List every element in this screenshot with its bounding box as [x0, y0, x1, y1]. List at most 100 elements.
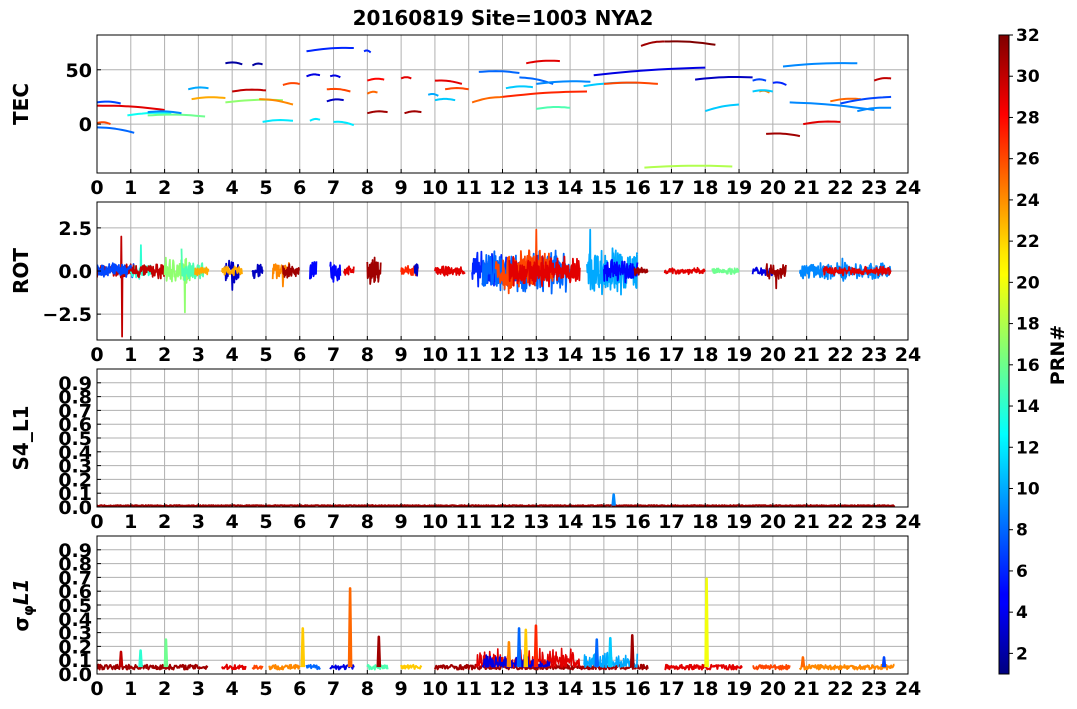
xtick-label: 18	[692, 511, 718, 533]
tec-arc-prn-26	[603, 81, 658, 85]
ytick-label: 0.9	[58, 540, 92, 562]
panel-4: 0 1 2 3 4 5 6 7 8 9 10 11 12 13 14 15 16 17 18 19 20 21 22 23 24…	[9, 535, 921, 700]
rot-trace-prn-3	[251, 263, 264, 280]
xtick-label: 16	[624, 344, 650, 366]
xtick-label: 1	[124, 177, 137, 199]
xtick-label: 0	[90, 177, 103, 199]
xtick-label: 22	[827, 344, 853, 366]
xtick-label: 12	[489, 177, 515, 199]
grid-4	[96, 536, 909, 675]
xtick-label: 19	[726, 678, 752, 700]
baseline-trace	[305, 663, 321, 671]
ytick-label: 0	[79, 114, 92, 136]
ytick-label: 50	[66, 60, 92, 82]
xtick-label: 7	[327, 177, 340, 199]
ytick-label: 0.9	[58, 373, 92, 395]
tec-arc-prn-8	[97, 126, 135, 134]
panel-1: 0 1 2 3 4 5 6 7 8 9 10 11 12 13 14 15 16 17 18 19 20 21 22 23 24…	[9, 34, 921, 199]
rot-trace-prn-31	[765, 263, 787, 290]
tec-arc-prn-25	[471, 95, 503, 104]
colorbar-tick-label: 6	[1016, 562, 1028, 582]
xtick-label: 14	[557, 177, 583, 199]
colorbar-tick-label: 22	[1016, 232, 1040, 252]
spike-prn-22	[300, 627, 306, 668]
xtick-label: 5	[259, 678, 272, 700]
rot-trace-prn-3	[224, 259, 240, 291]
tec-arc-prn-11	[505, 85, 534, 90]
data-3	[97, 493, 896, 507]
baseline-trace	[798, 663, 895, 671]
colorbar-tick-label: 14	[1016, 397, 1040, 417]
xtick-label: 4	[226, 344, 239, 366]
spike-prn-30	[118, 650, 124, 668]
xtick-label: 2	[158, 177, 171, 199]
tec-arc-prn-4	[593, 66, 706, 77]
xtick-label: 18	[692, 177, 718, 199]
spike-prn-25	[347, 587, 353, 668]
xtick-label: 15	[591, 678, 617, 700]
tec-arc-prn-26	[444, 87, 469, 91]
tec-arc-prn-18	[644, 164, 733, 169]
xtick-label: 21	[793, 177, 819, 199]
tec-arc-prn-3	[694, 76, 753, 81]
tec-arc-prn-15	[536, 106, 571, 110]
xtick-label: 8	[361, 177, 374, 199]
xtick-label: 9	[395, 678, 408, 700]
rot-trace-prn-5	[329, 261, 342, 283]
xtick-label: 14	[557, 511, 583, 533]
xtick-label: 15	[591, 177, 617, 199]
ytick-label: 0.0	[58, 261, 92, 283]
spike-prn-20	[704, 577, 709, 668]
xtick-label: 2	[158, 678, 171, 700]
colorbar-ticks: 2468101214161820222426283032	[1009, 26, 1040, 664]
tec-arc-prn-3	[326, 98, 344, 103]
colorbar-label: PRN#	[1047, 325, 1069, 385]
xtick-label: 9	[395, 511, 408, 533]
tec-arc-prn-26	[282, 82, 300, 86]
tec-arc-prn-7	[752, 78, 767, 82]
chart-title: 20160819 Site=1003 NYA2	[353, 6, 654, 30]
xtick-label: 0	[90, 511, 103, 533]
xtick-label: 17	[658, 678, 684, 700]
baseline-trace	[221, 663, 247, 671]
spike-prn-27	[533, 624, 539, 668]
tec-arc-prn-9	[789, 101, 875, 111]
xtick-label: 11	[455, 511, 481, 533]
spike-prn-8	[516, 627, 522, 668]
xtick-label: 4	[226, 511, 239, 533]
tec-arc-prn-9	[782, 62, 858, 68]
xtick-label: 3	[192, 678, 205, 700]
tec-arc-prn-29	[400, 76, 412, 80]
ytick-label: 2.5	[58, 218, 92, 240]
xtick-label: 20	[760, 678, 786, 700]
tec-arc-prn-12	[333, 120, 355, 127]
ytick-label: −2.5	[42, 304, 92, 326]
xtick-label: 1	[124, 511, 137, 533]
panels: 0 1 2 3 4 5 6 7 8 9 10 11 12 13 14 15 16 17 18 19 20 21 22 23 24…	[9, 34, 921, 700]
xtick-label: 11	[455, 344, 481, 366]
rot-trace-prn-31	[366, 256, 382, 285]
spike-prn-9	[611, 493, 616, 506]
xtick-label: 21	[793, 511, 819, 533]
panel-2: 0 1 2 3 4 5 6 7 8 9 10 11 12 13 14 15 16 17 18 19 20 21 22 23 24…	[9, 201, 921, 366]
colorbar-tick-label: 32	[1016, 26, 1040, 46]
xtick-label: 0	[90, 678, 103, 700]
xtick-label: 21	[793, 344, 819, 366]
tec-arc-prn-12	[309, 117, 321, 122]
colorbar-tick-label: 20	[1016, 273, 1040, 293]
rot-trace-prn-5	[309, 261, 318, 280]
xtick-label: 2	[158, 344, 171, 366]
xtick-label: 20	[760, 344, 786, 366]
colorbar-gradient	[998, 34, 1010, 675]
y-axis-label: σφL1	[9, 578, 37, 631]
xtick-label: 10	[422, 177, 448, 199]
xtick-label: 20	[760, 177, 786, 199]
xtick-label: 19	[726, 177, 752, 199]
xtick-label: 1	[124, 344, 137, 366]
xtick-label: 22	[827, 678, 853, 700]
xtick-label: 0	[90, 344, 103, 366]
spike-prn-31	[629, 634, 635, 668]
baseline-trace	[752, 664, 791, 671]
colorbar-tick-label: 2	[1016, 644, 1028, 664]
rot-trace-prn-29	[434, 265, 466, 277]
